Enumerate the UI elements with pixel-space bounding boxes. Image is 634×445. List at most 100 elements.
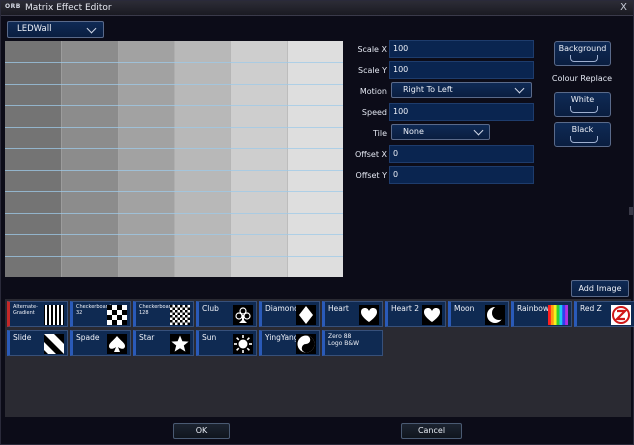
background-label: Background (558, 44, 607, 53)
image-tile-label: Zero 88 Logo B&W (328, 333, 360, 347)
colour-swatch-icon (570, 55, 598, 62)
tile-label: Tile (372, 129, 387, 138)
preview-grid-hline (5, 191, 343, 192)
image-tile-diamond[interactable]: Diamond (259, 301, 320, 327)
image-tile-zero-88-logo-b-w[interactable]: Zero 88 Logo B&W (322, 330, 383, 356)
checkerboard-fine-icon (170, 305, 190, 325)
scale-y-field[interactable]: 100 (389, 61, 534, 79)
image-tile-label: Red Z (580, 304, 602, 313)
image-tile-moon[interactable]: Moon (448, 301, 509, 327)
image-tile-yingyang[interactable]: YingYang (259, 330, 320, 356)
add-image-button[interactable]: Add Image (571, 280, 629, 297)
motion-value: Right To Left (403, 85, 453, 94)
matrix-effect-editor-window: ORB Matrix Effect Editor X LEDWall Scale… (0, 0, 634, 445)
image-tile-label: Rainbow (517, 304, 549, 313)
image-tile-heart[interactable]: Heart (322, 301, 383, 327)
image-tile-sun[interactable]: Sun (196, 330, 257, 356)
image-tile-checkerboard-128[interactable]: Checkerboard-128 (133, 301, 194, 327)
image-tile-label: Spade (76, 333, 100, 342)
image-tile-star[interactable]: Star (133, 330, 194, 356)
dialog-footer (1, 420, 633, 444)
scale-x-value: 100 (393, 44, 409, 53)
scale-y-label: Scale Y (358, 66, 387, 75)
club-icon (233, 305, 253, 325)
image-tile-club[interactable]: Club (196, 301, 257, 327)
title-bar[interactable]: ORB Matrix Effect Editor X (1, 1, 633, 16)
colour-swatch-icon (570, 106, 598, 113)
fixture-dropdown-value: LEDWall (17, 24, 52, 34)
chevron-down-icon (473, 125, 484, 136)
chevron-down-icon (86, 23, 97, 34)
scale-y-value: 100 (393, 65, 409, 74)
image-tile-label: Diamond (265, 304, 299, 313)
red-z-icon (611, 305, 631, 325)
rainbow-icon (548, 305, 568, 325)
preview-grid-hline (5, 256, 343, 257)
preview-column (5, 41, 63, 277)
preview-grid-hline (5, 234, 343, 235)
preview-grid-vline (230, 41, 231, 277)
black-button[interactable]: Black (554, 122, 611, 147)
image-tile-label: Heart 2 (391, 304, 420, 313)
close-icon[interactable]: X (620, 2, 627, 13)
orb-logo: ORB (5, 3, 21, 10)
black-label: Black (571, 125, 594, 134)
image-tile-red-z[interactable]: Red Z (574, 301, 634, 327)
offset-x-field[interactable]: 0 (389, 145, 534, 163)
motion-dropdown[interactable]: Right To Left (391, 82, 532, 98)
white-button[interactable]: White (554, 92, 611, 117)
preview-column (61, 41, 119, 277)
preview-grid-hline (5, 105, 343, 106)
preview-column (174, 41, 232, 277)
tile-value: None (403, 127, 424, 136)
background-button[interactable]: Background (554, 41, 611, 66)
slide-icon (44, 334, 64, 354)
heart-icon (359, 305, 379, 325)
preview-column (286, 41, 343, 277)
image-tile-rainbow[interactable]: Rainbow (511, 301, 572, 327)
image-tile-spade[interactable]: Spade (70, 330, 131, 356)
image-tile-label: Star (139, 333, 155, 342)
ok-label: OK (195, 426, 208, 435)
scale-x-field[interactable]: 100 (389, 40, 534, 58)
colour-replace-label: Colour Replace (551, 74, 613, 83)
preview-grid-hline (5, 213, 343, 214)
offset-y-value: 0 (393, 170, 399, 179)
scrollbar-thumb[interactable] (629, 207, 633, 215)
speed-label: Speed (361, 108, 387, 117)
motion-label: Motion (359, 87, 387, 96)
preview-grid-vline (61, 41, 62, 277)
matrix-preview (5, 41, 343, 277)
heart-icon (422, 305, 442, 325)
image-tile-checkerboard-32[interactable]: Checkerboard-32 (70, 301, 131, 327)
preview-grid-hline (5, 62, 343, 63)
image-tile-label: Moon (454, 304, 475, 313)
preview-grid-hline (5, 84, 343, 85)
preview-grid-vline (287, 41, 288, 277)
cancel-label: Cancel (417, 426, 446, 435)
add-image-label: Add Image (578, 284, 622, 293)
preview-column (117, 41, 175, 277)
offset-y-label: Offset Y (355, 171, 387, 180)
image-tile-label: Slide (13, 333, 32, 342)
preview-grid-hline (5, 170, 343, 171)
image-tile-alternate-gradient[interactable]: Alternate-Gradient (7, 301, 68, 327)
tile-dropdown[interactable]: None (391, 124, 490, 140)
ok-button[interactable]: OK (173, 423, 230, 439)
spade-icon (107, 334, 127, 354)
speed-field[interactable]: 100 (389, 103, 534, 121)
image-gallery: Alternate-Gradient Checkerboard-32 Checker… (5, 299, 634, 417)
scale-x-label: Scale X (357, 45, 387, 54)
alternate-gradient-icon (44, 305, 64, 325)
image-tile-slide[interactable]: Slide (7, 330, 68, 356)
image-tile-label: Club (202, 304, 219, 313)
star-icon (170, 334, 190, 354)
preview-grid-vline (174, 41, 175, 277)
offset-y-field[interactable]: 0 (389, 166, 534, 184)
cancel-button[interactable]: Cancel (401, 423, 462, 439)
image-tile-heart-2[interactable]: Heart 2 (385, 301, 446, 327)
preview-grid-hline (5, 127, 343, 128)
image-tile-label: Sun (202, 333, 217, 342)
fixture-dropdown[interactable]: LEDWall (7, 21, 104, 38)
moon-icon (485, 305, 505, 325)
